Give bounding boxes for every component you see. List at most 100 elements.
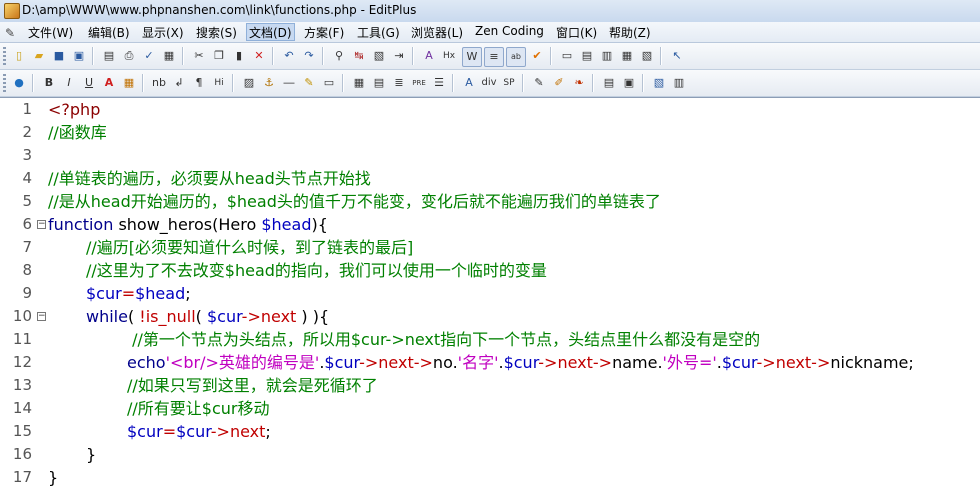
indent-guide-icon[interactable]: ≡	[484, 47, 504, 67]
css-icon[interactable]: ✐	[550, 74, 568, 92]
redo-icon[interactable]: ↷	[300, 47, 318, 65]
paragraph-icon[interactable]: ¶	[190, 74, 208, 92]
code-line[interactable]: 8 //这里为了不去改变$head的指向，我们可以使用一个临时的变量	[0, 259, 980, 282]
code-line[interactable]: 9 $cur=$head;	[0, 282, 980, 305]
save-icon[interactable]: ■	[50, 47, 68, 65]
menu-help[interactable]: 帮助(Z)	[607, 24, 653, 41]
menu-search[interactable]: 搜索(S)	[194, 24, 239, 41]
window-icon[interactable]: ▭	[558, 47, 576, 65]
menu-zen-coding[interactable]: Zen Coding	[473, 24, 546, 38]
check-icon[interactable]: ✔	[528, 47, 546, 65]
image-icon[interactable]: ▨	[240, 74, 258, 92]
code-line[interactable]: 16}	[0, 443, 980, 466]
menu-file[interactable]: 文件(W)	[26, 24, 75, 41]
menu-browser[interactable]: 浏览器(L)	[409, 24, 465, 41]
color-picker-icon[interactable]: ▦	[120, 74, 138, 92]
print-icon[interactable]: ⎙	[120, 47, 138, 65]
window-title: D:\amp\WWW\www.phpnanshen.com\link\funct…	[22, 3, 417, 17]
paste-icon[interactable]: ▮	[230, 47, 248, 65]
line-break-icon[interactable]: ↲	[170, 74, 188, 92]
underline-icon[interactable]: U	[80, 74, 98, 92]
layout-icon[interactable]: ▣	[620, 74, 638, 92]
heading-tag-icon[interactable]: Hi	[210, 74, 228, 92]
column-select-icon[interactable]: ab	[506, 47, 526, 67]
anchor-icon[interactable]: ⚓	[260, 74, 278, 92]
nbsp-icon[interactable]: nb	[150, 74, 168, 92]
preformatted-icon[interactable]: PRE	[410, 74, 428, 92]
comment-icon[interactable]: ▭	[320, 74, 338, 92]
font-icon[interactable]: A	[420, 47, 438, 65]
italic-icon[interactable]: I	[60, 74, 78, 92]
replace-icon[interactable]: ↹	[350, 47, 368, 65]
menu-tools[interactable]: 工具(G)	[355, 24, 402, 41]
word-wrap-icon[interactable]: W	[462, 47, 482, 67]
code-token: //第一个节点为头结点，所以用$cur->next指向下一个节点，头结点里什么都…	[127, 330, 761, 349]
form-icon[interactable]: ▤	[370, 74, 388, 92]
code-line[interactable]: 11 //第一个节点为头结点，所以用$cur->next指向下一个节点，头结点里…	[0, 328, 980, 351]
undo-icon[interactable]: ↶	[280, 47, 298, 65]
script-icon[interactable]: ✎	[530, 74, 548, 92]
frame-icon[interactable]: ▤	[600, 74, 618, 92]
bold-icon[interactable]: B	[40, 74, 58, 92]
code-text: echo'<br/>英雄的编号是'.$cur->next->no.'名字'.$c…	[127, 351, 914, 374]
menu-document[interactable]: 文档(D)	[246, 23, 295, 41]
globe-icon[interactable]: ●	[10, 74, 28, 92]
print-preview-icon[interactable]: ▤	[100, 47, 118, 65]
horizontal-rule-icon[interactable]: ―	[280, 74, 298, 92]
toolbar-grip[interactable]	[3, 47, 6, 65]
highlighter-icon[interactable]: ✎	[300, 74, 318, 92]
align-center-icon[interactable]: ≣	[390, 74, 408, 92]
menu-view[interactable]: 显示(X)	[140, 24, 186, 41]
cliptext-icon[interactable]: ▤	[578, 47, 596, 65]
code-line[interactable]: 5 //是从head开始遍历的，$head头的值千万不能变，变化后就不能遍历我们的…	[0, 190, 980, 213]
code-token: nickname;	[830, 353, 914, 372]
help-pointer-icon[interactable]: ↖	[668, 47, 686, 65]
code-line[interactable]: 17}	[0, 466, 980, 489]
cut-icon[interactable]: ✂	[190, 47, 208, 65]
code-line[interactable]: 3	[0, 144, 980, 167]
menu-window[interactable]: 窗口(K)	[554, 24, 599, 41]
preview-icon[interactable]: ▧	[650, 74, 668, 92]
font-color-icon[interactable]: A	[100, 74, 118, 92]
code-line[interactable]: 7 //遍历[必须要知道什么时候，到了链表的最后]	[0, 236, 980, 259]
find-icon[interactable]: ⚲	[330, 47, 348, 65]
edit-text-icon[interactable]: A	[460, 74, 478, 92]
list-icon[interactable]: ☰	[430, 74, 448, 92]
line-number: 14	[12, 399, 32, 417]
code-line[interactable]: 10− while( !is_null( $cur->next ) ){	[0, 305, 980, 328]
browser-view-icon[interactable]: ▧	[638, 47, 656, 65]
spell-check-icon[interactable]: ✓	[140, 47, 158, 65]
menu-edit[interactable]: 编辑(B)	[86, 24, 132, 41]
code-line[interactable]: 13 //如果只写到这里，就会是死循环了	[0, 374, 980, 397]
goto-line-icon[interactable]: ⇥	[390, 47, 408, 65]
code-line[interactable]: 14 //所有要让$cur移动	[0, 397, 980, 420]
table-icon[interactable]: ▦	[350, 74, 368, 92]
menu-project[interactable]: 方案(F)	[302, 24, 346, 41]
div-icon[interactable]: div	[480, 74, 498, 92]
open-folder-icon[interactable]: ▰	[30, 47, 48, 65]
code-line[interactable]: 4 //单链表的遍历，必须要从head头节点开始找	[0, 167, 980, 190]
heading-icon[interactable]: Hx	[440, 47, 458, 65]
tag-list-icon[interactable]: ▥	[670, 74, 688, 92]
code-line[interactable]: 2 //函数库	[0, 121, 980, 144]
code-line[interactable]: 12 echo'<br/>英雄的编号是'.$cur->next->no.'名字'.…	[0, 351, 980, 374]
code-line[interactable]: 6− function show_heros(Hero $head){	[0, 213, 980, 236]
fold-toggle-icon[interactable]: −	[37, 220, 46, 229]
directory-icon[interactable]: ▥	[598, 47, 616, 65]
copy-icon[interactable]: ❐	[210, 47, 228, 65]
output-window-icon[interactable]: ▦	[618, 47, 636, 65]
span-icon[interactable]: SP	[500, 74, 518, 92]
code-line[interactable]: 1 <?php	[0, 98, 980, 121]
toolbar-grip-2[interactable]	[3, 74, 6, 92]
code-line[interactable]: 15 $cur=$cur->next;	[0, 420, 980, 443]
code-editor[interactable]: 1 <?php 2 //函数库 3 4 //单链表的遍历，必须要从head头节点开始找 5 //…	[0, 97, 980, 493]
save-all-icon[interactable]: ▣	[70, 47, 88, 65]
stylesheet-icon[interactable]: ❧	[570, 74, 588, 92]
file-compare-icon[interactable]: ▦	[160, 47, 178, 65]
new-file-icon[interactable]: ▯	[10, 47, 28, 65]
fold-toggle-icon[interactable]: −	[37, 312, 46, 321]
code-text: //函数库	[48, 121, 107, 144]
code-token: $cur	[207, 307, 242, 326]
delete-icon[interactable]: ✕	[250, 47, 268, 65]
find-in-files-icon[interactable]: ▧	[370, 47, 388, 65]
